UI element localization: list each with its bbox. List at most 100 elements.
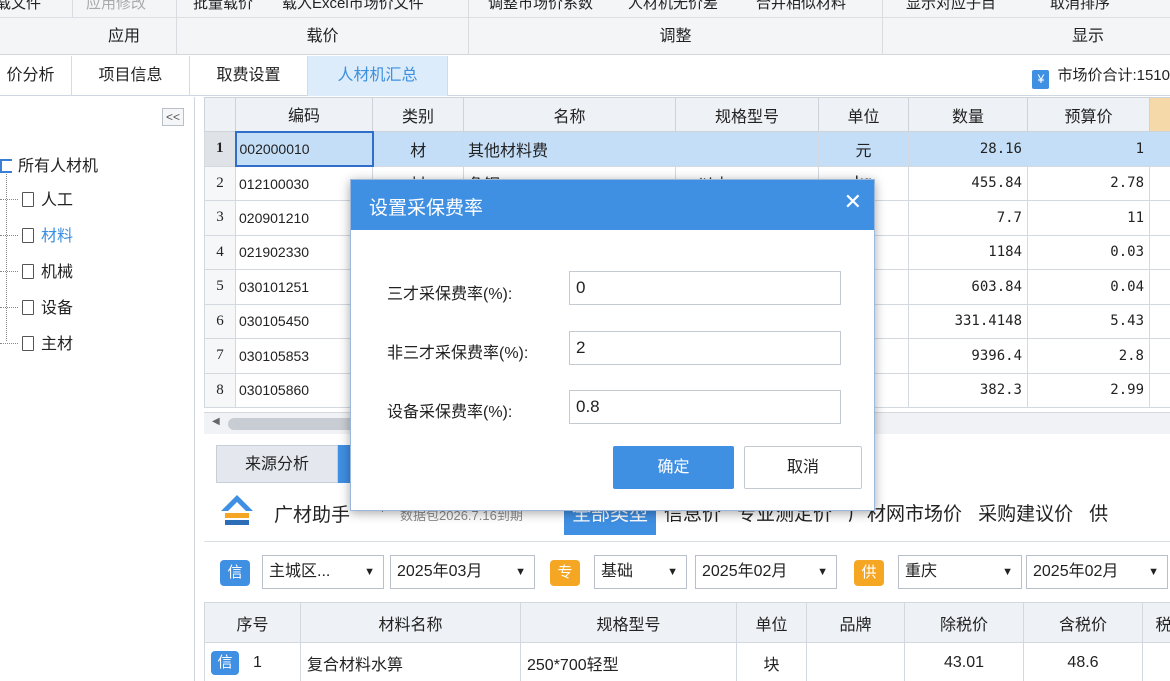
load-excel-price-button[interactable]: 载入Excel市场价文件 (282, 0, 424, 13)
tree-item-equipment[interactable]: 设备 (0, 294, 73, 318)
apply-changes-button[interactable]: 应用修改 (86, 0, 146, 13)
dropdown-arrow-icon: ▼ (515, 566, 526, 578)
professional-type-select[interactable]: 基础 ▼ (594, 555, 687, 589)
cancel-sort-button[interactable]: 取消排序 (1050, 0, 1110, 13)
extra-cell[interactable] (1149, 269, 1170, 305)
col-header-spec[interactable]: 规格型号 (520, 602, 737, 643)
rownum-cell[interactable]: 1 (204, 131, 236, 167)
tree-item-labor[interactable]: 人工 (0, 186, 73, 210)
rownum-cell[interactable]: 3 (204, 200, 236, 236)
table-row[interactable]: 信1 复合材料水箅 250*700轻型 块 43.01 48.6 (204, 642, 1170, 681)
spec-cell[interactable] (675, 131, 819, 167)
material-price-grid: 序号 材料名称 规格型号 单位 品牌 除税价 含税价 税 信1 复合材料水箅 2… (204, 602, 1170, 681)
rownum-cell[interactable]: 4 (204, 234, 236, 270)
confirm-button[interactable]: 确定 (613, 446, 734, 489)
close-icon[interactable]: ✕ (844, 189, 862, 215)
budget-price-cell[interactable]: 2.99 (1027, 372, 1150, 408)
extra-cell[interactable] (1149, 303, 1170, 339)
rownum-cell[interactable]: 7 (204, 338, 236, 374)
extra-cell[interactable] (1149, 338, 1170, 374)
tab-resource-summary[interactable]: 人材机汇总 (308, 56, 448, 96)
category-cell[interactable]: 材 (372, 131, 464, 167)
supply-month-select[interactable]: 2025年02月 ▼ (1026, 555, 1168, 589)
quantity-cell[interactable]: 603.84 (908, 269, 1028, 305)
tree-item-label: 设备 (41, 300, 74, 317)
rownum-cell[interactable]: 2 (204, 165, 236, 201)
tab-project-info[interactable]: 项目信息 (72, 56, 190, 96)
equipment-rate-input[interactable] (569, 390, 841, 424)
rownum-cell[interactable]: 8 (204, 372, 236, 408)
no-price-diff-button[interactable]: 人材机无价差 (628, 0, 718, 13)
col-header-extra[interactable] (1149, 97, 1170, 132)
col-header-pre-tax-price[interactable]: 除税价 (904, 602, 1024, 643)
extra-cell[interactable] (1149, 200, 1170, 236)
tab-price-analysis[interactable]: 价分析 (0, 56, 72, 96)
batch-load-price-button[interactable]: 批量载价 (193, 0, 253, 13)
col-header-code[interactable]: 编码 (235, 97, 373, 132)
document-icon (22, 264, 34, 279)
quantity-cell[interactable]: 331.4148 (908, 303, 1028, 339)
tree-item-machinery[interactable]: 机械 (0, 258, 73, 282)
budget-price-cell[interactable]: 1 (1027, 131, 1150, 167)
region-select[interactable]: 主城区... ▼ (262, 555, 384, 589)
quantity-cell[interactable]: 28.16 (908, 131, 1028, 167)
col-header-name[interactable]: 名称 (463, 97, 676, 132)
rownum-cell[interactable]: 5 (204, 269, 236, 305)
quantity-cell[interactable]: 9396.4 (908, 338, 1028, 374)
quantity-cell[interactable]: 382.3 (908, 372, 1028, 408)
name-cell[interactable]: 其他材料费 (463, 131, 676, 167)
seq-cell: 信1 (204, 642, 301, 681)
col-header-seq[interactable]: 序号 (204, 602, 301, 643)
budget-price-cell[interactable]: 0.04 (1027, 269, 1150, 305)
cancel-button[interactable]: 取消 (744, 446, 862, 489)
quantity-cell[interactable]: 1184 (908, 234, 1028, 270)
tab-fee-settings[interactable]: 取费设置 (190, 56, 308, 96)
col-header-tax-incl-price[interactable]: 含税价 (1023, 602, 1143, 643)
budget-price-cell[interactable]: 2.78 (1027, 165, 1150, 201)
info-month-select[interactable]: 2025年03月 ▼ (390, 555, 535, 589)
budget-price-cell[interactable]: 2.8 (1027, 338, 1150, 374)
quantity-cell[interactable]: 455.84 (908, 165, 1028, 201)
rownum-cell[interactable]: 6 (204, 303, 236, 339)
show-sub-items-button[interactable]: 显示对应子目 (906, 0, 996, 13)
quantity-cell[interactable]: 7.7 (908, 200, 1028, 236)
col-header-budget-price[interactable]: 预算价 (1027, 97, 1150, 132)
ribbon-toolbar: 载文件 应用修改 批量载价 载入Excel市场价文件 调整市场价系数 人材机无价… (0, 0, 1170, 18)
assistant-title[interactable]: 广材助手 (274, 500, 350, 527)
col-header-unit[interactable]: 单位 (736, 602, 807, 643)
subtab-source-analysis[interactable]: 来源分析 (216, 445, 338, 483)
adjust-coefficient-button[interactable]: 调整市场价系数 (488, 0, 593, 13)
col-header-material-name[interactable]: 材料名称 (300, 602, 521, 643)
budget-price-cell[interactable]: 0.03 (1027, 234, 1150, 270)
col-header-brand[interactable]: 品牌 (806, 602, 905, 643)
merge-materials-button[interactable]: 合并相似材料 (756, 0, 846, 13)
unit-cell[interactable]: 元 (818, 131, 909, 167)
code-cell[interactable]: 002000010 (234, 130, 374, 167)
category-tab-purchase[interactable]: 采购建议价 (970, 495, 1081, 535)
table-row[interactable]: 1 002000010 材其他材料费元 28.16 1 (204, 130, 1170, 167)
scroll-left-icon[interactable]: ◀ (212, 416, 220, 427)
non-three-materials-rate-label: 非三才采保费率(%): (387, 345, 529, 362)
extra-cell[interactable] (1149, 234, 1170, 270)
load-file-button[interactable]: 载文件 (0, 0, 41, 13)
professional-month-select[interactable]: 2025年02月 ▼ (695, 555, 837, 589)
extra-cell[interactable] (1149, 131, 1170, 167)
col-header-spec[interactable]: 规格型号 (675, 97, 819, 132)
tree-root-all-resources[interactable]: 所有人材机 (0, 152, 98, 176)
material-name-cell: 复合材料水箅 (300, 642, 521, 681)
budget-price-cell[interactable]: 5.43 (1027, 303, 1150, 339)
tree-item-materials[interactable]: 材料 (0, 222, 73, 246)
tree-item-main-materials[interactable]: 主材 (0, 330, 73, 354)
extra-cell[interactable] (1149, 372, 1170, 408)
col-header-category[interactable]: 类别 (372, 97, 464, 132)
col-header-tax[interactable]: 税 (1142, 602, 1170, 643)
col-header-quantity[interactable]: 数量 (908, 97, 1028, 132)
non-three-materials-rate-input[interactable] (569, 331, 841, 365)
col-header-unit[interactable]: 单位 (818, 97, 909, 132)
category-tab-supply[interactable]: 供 (1081, 495, 1116, 535)
three-materials-rate-input[interactable] (569, 271, 841, 305)
collapse-panel-button[interactable]: << (162, 108, 184, 126)
supply-city-select[interactable]: 重庆 ▼ (898, 555, 1022, 589)
budget-price-cell[interactable]: 11 (1027, 200, 1150, 236)
extra-cell[interactable] (1149, 165, 1170, 201)
